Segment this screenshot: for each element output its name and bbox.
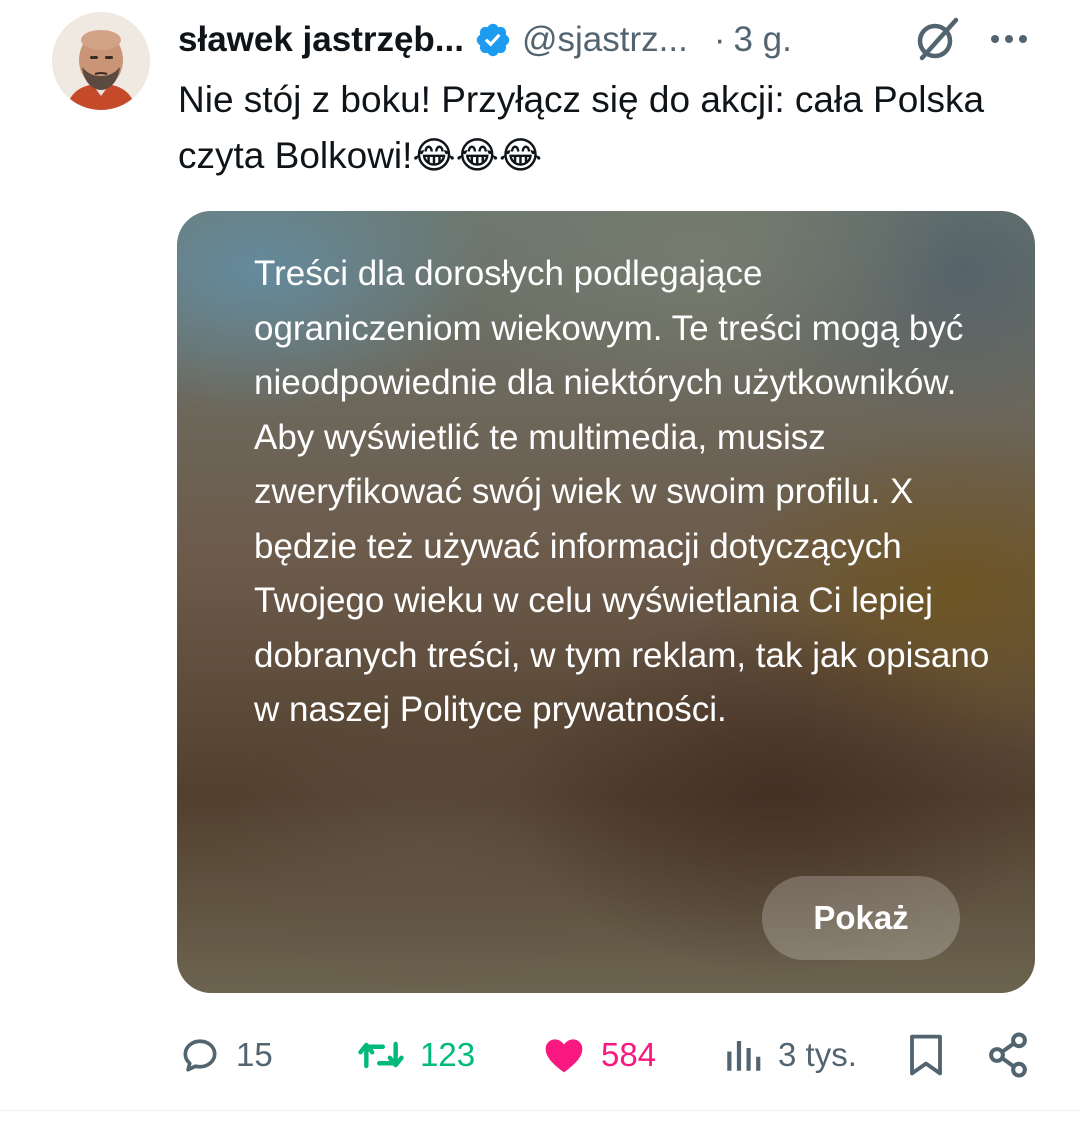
reply-button[interactable]: 15: [178, 1030, 273, 1080]
author-handle[interactable]: @sjastrz...: [522, 20, 688, 60]
media-warning-text: Treści dla dorosłych podlegające ogranic…: [254, 254, 990, 729]
like-button[interactable]: 584: [541, 1030, 656, 1080]
reply-icon: [183, 1039, 217, 1072]
heart-icon: [545, 1039, 583, 1073]
tweet: sławek jastrzęb... @sjastrz... · 3 g. Ni…: [0, 0, 1080, 1136]
repost-count: 123: [420, 1036, 476, 1073]
views-icon: [727, 1041, 761, 1071]
repost-button[interactable]: 123: [356, 1030, 475, 1080]
action-bar: 15 123 584 3 tys.: [0, 1020, 1080, 1090]
more-icon[interactable]: [986, 22, 1032, 56]
verified-badge-icon[interactable]: [474, 21, 512, 59]
share-icon: [989, 1032, 1027, 1078]
sensitive-media-card[interactable]: Treści dla dorosłych podlegające ogranic…: [177, 211, 1035, 993]
meta-separator: ·: [713, 20, 726, 59]
repost-icon: [358, 1041, 404, 1069]
tweet-header: sławek jastrzęb... @sjastrz... · 3 g.: [178, 12, 792, 68]
like-count: 584: [601, 1036, 657, 1073]
views-button[interactable]: 3 tys.: [722, 1030, 857, 1080]
tweet-text: Nie stój z boku! Przyłącz się do akcji: …: [178, 79, 985, 176]
timestamp[interactable]: 3 g.: [733, 20, 791, 60]
bookmark-icon: [910, 1034, 942, 1076]
show-media-button[interactable]: Pokaż: [762, 876, 960, 960]
avatar[interactable]: [52, 12, 150, 110]
avatar-image: [52, 12, 150, 110]
grok-icon[interactable]: [912, 14, 962, 64]
bookmark-button[interactable]: [905, 1030, 947, 1080]
reply-count: 15: [236, 1036, 273, 1073]
divider: [0, 1110, 1080, 1111]
views-count: 3 tys.: [778, 1036, 857, 1073]
share-button[interactable]: [986, 1030, 1030, 1080]
author-name[interactable]: sławek jastrzęb...: [178, 20, 464, 60]
